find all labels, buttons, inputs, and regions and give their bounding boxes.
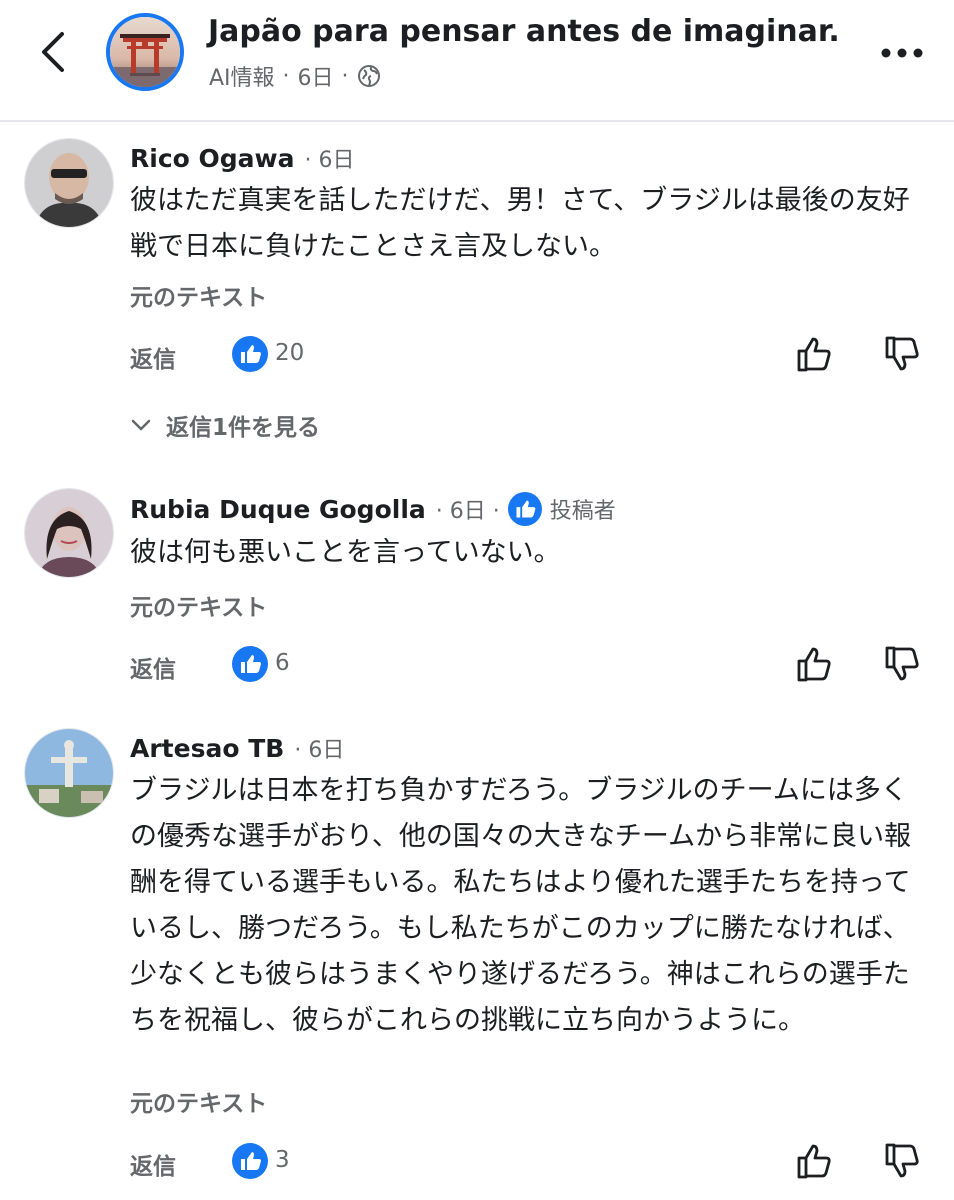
like-count: 20 bbox=[275, 340, 305, 366]
like-reaction-icon bbox=[507, 492, 542, 526]
post-meta: AI情報 · 6日 · bbox=[209, 60, 381, 92]
like-reaction-icon[interactable] bbox=[232, 336, 268, 372]
comment-actions: 返信 3 bbox=[130, 1141, 930, 1185]
back-arrow-icon[interactable] bbox=[34, 26, 74, 78]
like-reaction-icon[interactable] bbox=[232, 646, 268, 682]
thumbs-up-icon[interactable] bbox=[796, 334, 834, 374]
like-reaction-icon[interactable] bbox=[232, 1143, 268, 1179]
comment-time: · 6日 bbox=[304, 148, 355, 173]
ai-info-label[interactable]: AI情報 bbox=[209, 60, 275, 92]
comment-header: Rico Ogawa · 6日 bbox=[130, 142, 355, 174]
avatar[interactable] bbox=[24, 728, 114, 818]
view-replies-button[interactable]: 返信1件を見る bbox=[130, 408, 320, 442]
avatar[interactable] bbox=[24, 488, 114, 578]
page-avatar[interactable] bbox=[106, 13, 184, 91]
comment-author[interactable]: Rubia Duque Gogolla bbox=[130, 495, 426, 524]
thumbs-down-icon[interactable] bbox=[884, 334, 922, 374]
thumbs-up-icon[interactable] bbox=[796, 1141, 834, 1181]
reply-button[interactable]: 返信 bbox=[130, 340, 176, 374]
thumbs-down-icon[interactable] bbox=[884, 644, 922, 684]
reply-button[interactable]: 返信 bbox=[130, 650, 176, 684]
thumbs-up-icon[interactable] bbox=[796, 644, 834, 684]
post-time: 6日 bbox=[297, 66, 334, 91]
comment-actions: 返信 6 bbox=[130, 644, 930, 688]
author-badge-label: 投稿者 bbox=[549, 499, 616, 524]
comment-text: ブラジルは日本を打ち負かすだろう。ブラジルのチームには多くの優秀な選手がおり、他… bbox=[130, 775, 912, 1036]
meta-separator: · bbox=[282, 63, 290, 89]
comment-author[interactable]: Rico Ogawa bbox=[130, 144, 295, 173]
author-badge: 投稿者 bbox=[507, 492, 616, 526]
reply-button[interactable]: 返信 bbox=[130, 1147, 176, 1181]
page-title[interactable]: Japão para pensar antes de imaginar. bbox=[208, 14, 840, 49]
globe-icon bbox=[357, 65, 380, 87]
more-icon[interactable] bbox=[878, 42, 926, 64]
comment-time: · 6日 · bbox=[435, 499, 500, 524]
like-count: 3 bbox=[275, 1147, 290, 1173]
comment-actions: 返信 20 bbox=[130, 334, 930, 378]
like-count: 6 bbox=[275, 650, 290, 676]
comment-author[interactable]: Artesao TB bbox=[130, 734, 284, 763]
comment-time: · 6日 bbox=[294, 738, 345, 763]
avatar[interactable] bbox=[24, 138, 114, 228]
comment-text: 彼は何も悪いことを言っていない。 bbox=[130, 537, 561, 568]
post-header: Japão para pensar antes de imaginar. AI情… bbox=[0, 0, 954, 122]
see-original-button[interactable]: 元のテキスト bbox=[130, 1084, 267, 1118]
thumbs-down-icon[interactable] bbox=[884, 1141, 922, 1181]
see-original-button[interactable]: 元のテキスト bbox=[130, 278, 267, 312]
torii-gate-image bbox=[110, 17, 180, 87]
chevron-down-icon bbox=[131, 419, 151, 431]
comment-text: 彼はただ真実を話しただけだ、男！さて、ブラジルは最後の友好戦で日本に負けたことさ… bbox=[130, 185, 910, 262]
meta-separator: · bbox=[341, 63, 349, 89]
comment-header: Artesao TB · 6日 bbox=[130, 732, 344, 764]
see-original-button[interactable]: 元のテキスト bbox=[130, 588, 267, 622]
comment-header: Rubia Duque Gogolla · 6日 · 投稿者 bbox=[130, 492, 616, 526]
